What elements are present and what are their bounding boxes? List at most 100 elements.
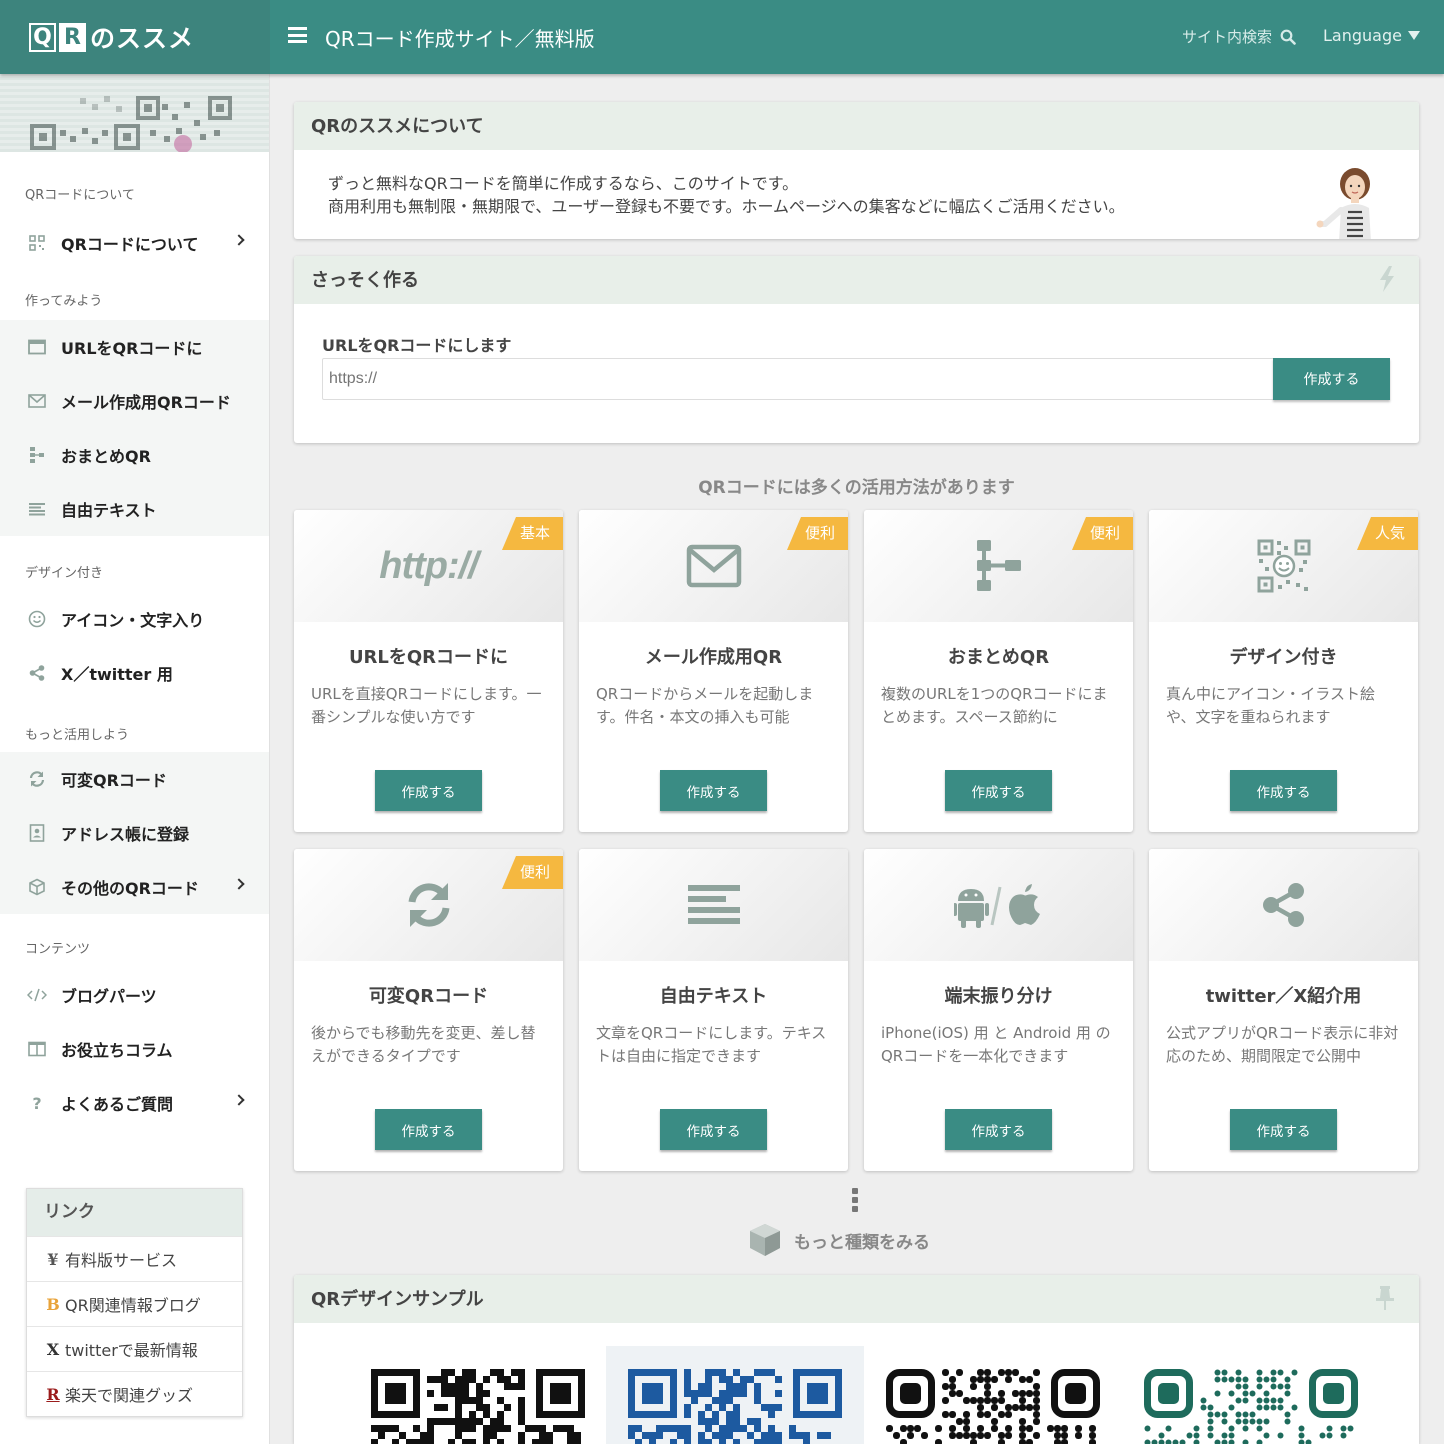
sidebar-item-icon-text[interactable]: アイコン・文字入り — [0, 592, 269, 646]
share-icon — [1262, 883, 1304, 927]
use-card-mail[interactable]: 便利 メール作成用QR QRコードからメールを起動します。件名・本文の挿入も可能… — [579, 510, 848, 832]
quick-create-panel: さっそく作る URLをQRコードにします 作成する — [294, 256, 1419, 443]
qr-smile-icon — [1257, 539, 1310, 593]
about-panel: QRのススメについて ずっと無料なQRコードを簡単に作成するなら、このサイトです… — [294, 102, 1419, 239]
link-blog[interactable]: B QR関連情報ブログ — [27, 1281, 242, 1326]
sidebar-item-label: その他のQRコード — [61, 879, 199, 898]
sidebar-item-label: ブログパーツ — [61, 987, 157, 1006]
create-button[interactable]: 作成する — [375, 1109, 482, 1150]
card-image-area — [1149, 849, 1418, 961]
book-icon — [27, 1039, 47, 1059]
caret-down-icon — [1407, 31, 1420, 40]
sidebar-item-about-qr[interactable]: QRコードについて — [0, 216, 269, 270]
sidebar-item-label: アイコン・文字入り — [61, 611, 205, 630]
badge-useful: 便利 — [786, 517, 848, 550]
share-icon — [27, 663, 47, 683]
chevron-right-icon — [233, 234, 245, 246]
create-url-qr-button[interactable]: 作成する — [1273, 358, 1390, 400]
link-rakuten[interactable]: R 楽天で関連グッズ — [27, 1371, 242, 1416]
about-description: ずっと無料なQRコードを簡単に作成するなら、このサイトです。 商用利用も無制限・… — [328, 172, 1125, 218]
card-title: twitter／X紹介用 — [1205, 986, 1362, 1007]
card-image-area — [579, 849, 848, 961]
qr-sample-gallery — [294, 1323, 1419, 1444]
card-title: URLをQRコードに — [348, 647, 509, 668]
sidebar-item-faq[interactable]: ? よくあるご質問 — [0, 1076, 269, 1130]
create-button[interactable]: 作成する — [375, 770, 482, 811]
language-dropdown[interactable]: Language — [1323, 26, 1420, 45]
qr-sample-green-dots[interactable] — [1144, 1369, 1358, 1444]
text-lines-icon — [687, 885, 740, 924]
sidebar-item-label: アドレス帳に登録 — [61, 825, 190, 844]
links-title: リンク — [27, 1189, 242, 1236]
card-description: 公式アプリがQRコード表示に非対応のため、期間限定で公開中 — [1166, 1024, 1399, 1065]
site-logo[interactable]: Q R のススメ — [0, 0, 270, 74]
link-paid-service[interactable]: ¥ 有料版サービス — [27, 1236, 242, 1281]
create-button[interactable]: 作成する — [945, 1109, 1052, 1150]
card-image-area — [864, 849, 1133, 961]
sidebar: QRコードについて QRコードについて 作ってみよう URLをQRコードに メー… — [0, 74, 270, 1444]
links-box: リンク ¥ 有料版サービス B QR関連情報ブログ X twitterで最新情報… — [26, 1188, 243, 1417]
logo-letter-r: R — [59, 22, 86, 52]
search-label: サイト内検索 — [1182, 28, 1273, 46]
link-label: twitterで最新情報 — [65, 1341, 198, 1360]
sidebar-item-label: X／twitter 用 — [61, 665, 173, 684]
use-card-design[interactable]: 人気 デザイン付き 真ん中にアイコン・イラスト絵や、文字を重ねられます 作成する — [1149, 510, 1418, 832]
sidebar-item-free-text[interactable]: 自由テキスト — [0, 482, 269, 536]
use-card-bundle[interactable]: 便利 おまとめQR 複数のURLを1つのQRコードにまとめます。スペース節約に … — [864, 510, 1133, 832]
create-button[interactable]: 作成する — [660, 1109, 767, 1150]
quick-create-title-text: さっそく作る — [311, 270, 419, 291]
question-icon: ? — [32, 1093, 42, 1113]
create-button[interactable]: 作成する — [1230, 1109, 1337, 1150]
create-button[interactable]: 作成する — [945, 770, 1052, 811]
text-lines-icon — [27, 499, 47, 519]
site-search-link[interactable]: サイト内検索 — [1182, 26, 1296, 47]
sidebar-item-column[interactable]: お役立ちコラム — [0, 1022, 269, 1076]
lightning-bolt-icon — [1380, 266, 1394, 292]
blog-b-icon: B — [46, 1294, 60, 1314]
use-card-free-text[interactable]: 自由テキスト 文章をQRコードにします。テキストは自由に指定できます 作成する — [579, 849, 848, 1171]
sidebar-item-dynamic-qr[interactable]: 可変QRコード — [0, 752, 269, 806]
card-description: 文章をQRコードにします。テキストは自由に指定できます — [596, 1024, 827, 1065]
sidebar-item-address-book[interactable]: アドレス帳に登録 — [0, 806, 269, 860]
use-card-url[interactable]: http:// 基本 URLをQRコードに URLを直接QRコードにします。一番… — [294, 510, 563, 832]
qr-sample-blue[interactable] — [628, 1369, 842, 1444]
sidebar-item-label: よくあるご質問 — [61, 1095, 174, 1114]
create-button[interactable]: 作成する — [1230, 770, 1337, 811]
create-button[interactable]: 作成する — [660, 770, 767, 811]
chevron-right-icon — [233, 1094, 245, 1106]
rakuten-r-icon: R — [46, 1384, 60, 1404]
sidebar-item-label: QRコードについて — [61, 235, 199, 254]
cube-icon — [750, 1224, 780, 1256]
sidebar-section-label: もっと活用しよう — [25, 728, 130, 743]
quick-create-title: さっそく作る — [294, 256, 1419, 304]
sidebar-item-bundle-qr[interactable]: おまとめQR — [0, 428, 269, 482]
logo-text: のススメ — [90, 24, 195, 53]
use-card-dynamic[interactable]: 便利 可変QRコード 後からでも移動先を変更、差し替えができるタイプです 作成す… — [294, 849, 563, 1171]
sidebar-item-twitter[interactable]: X／twitter 用 — [0, 646, 269, 700]
sidebar-item-url-qr[interactable]: URLをQRコードに — [0, 320, 269, 374]
qr-sample-black[interactable] — [371, 1369, 585, 1444]
sidebar-item-other-qr[interactable]: その他のQRコード — [0, 860, 269, 914]
sidebar-item-label: メール作成用QRコード — [61, 393, 231, 412]
hamburger-menu-icon[interactable] — [288, 27, 307, 43]
url-input[interactable] — [322, 358, 1274, 400]
card-description: QRコードからメールを起動します。件名・本文の挿入も可能 — [596, 685, 814, 726]
more-types-link[interactable]: もっと種類をみる — [747, 1222, 930, 1258]
card-description: iPhone(iOS) 用 と Android 用 の QRコードを一本化できま… — [881, 1024, 1111, 1065]
http-icon: http:// — [379, 544, 479, 587]
pin-icon — [1376, 1286, 1394, 1310]
sidebar-item-blog-parts[interactable]: ブログパーツ — [0, 968, 269, 1022]
card-description: 後からでも移動先を変更、差し替えができるタイプです — [311, 1024, 536, 1065]
use-card-twitter[interactable]: twitter／X紹介用 公式アプリがQRコード表示に非対応のため、期間限定で公… — [1149, 849, 1418, 1171]
about-title: QRのススメについて — [294, 102, 1419, 150]
refresh-icon — [408, 883, 449, 927]
sidebar-item-mail-qr[interactable]: メール作成用QRコード — [0, 374, 269, 428]
link-label: 楽天で関連グッズ — [65, 1386, 194, 1405]
link-twitter[interactable]: X twitterで最新情報 — [27, 1326, 242, 1371]
qr-sample-rounded[interactable] — [886, 1369, 1100, 1444]
card-title: デザイン付き — [1229, 647, 1338, 668]
design-samples-panel: QRデザインサンプル — [294, 1275, 1419, 1444]
use-card-device-split[interactable]: 端末振り分け iPhone(iOS) 用 と Android 用 の QRコード… — [864, 849, 1133, 1171]
sidebar-item-label: 可変QRコード — [61, 771, 167, 790]
site-title: QRコード作成サイト／無料版 — [325, 27, 595, 51]
